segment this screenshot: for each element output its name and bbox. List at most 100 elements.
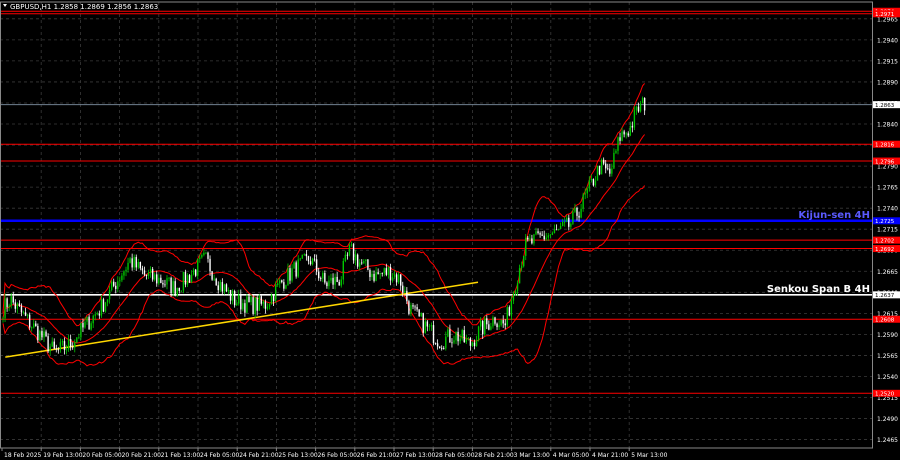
candle-bear	[494, 317, 496, 324]
candle-bull	[190, 274, 193, 283]
candle-bear	[555, 229, 558, 231]
candle-bear	[260, 296, 262, 304]
candle-bear	[309, 261, 312, 265]
candle-bull	[393, 274, 396, 278]
candle-bull	[572, 211, 574, 224]
candle-bull	[219, 282, 221, 291]
candle-bear	[338, 281, 340, 286]
candle-bear	[229, 289, 232, 301]
candle-bull	[80, 322, 82, 338]
candle-bull	[484, 318, 486, 335]
price-level-tag-label: 1.2702	[875, 238, 894, 244]
candle-bear	[151, 268, 154, 280]
candle-bull	[475, 340, 478, 347]
candle-bull	[172, 281, 174, 294]
candle-bull	[500, 320, 502, 326]
candle-bear	[434, 343, 437, 344]
candle-bull	[354, 254, 357, 261]
candle-bear	[578, 215, 580, 218]
candle-bear	[221, 282, 224, 292]
candle-bull	[205, 252, 207, 254]
candle-bull	[523, 255, 525, 267]
candle-bull	[557, 228, 560, 230]
candle-bear	[482, 320, 484, 335]
candle-bull	[168, 277, 170, 279]
x-tick-label: 20 Feb 21:00	[122, 452, 162, 459]
price-level-tag-label: 1.2816	[875, 143, 895, 149]
candle-bear	[623, 131, 625, 135]
price-chart[interactable]: 1.29651.29401.29151.28901.28651.28401.28…	[0, 0, 900, 460]
candle-bull	[67, 339, 70, 350]
x-tick-label: 5 Mar 13:00	[631, 452, 667, 459]
candle-bull	[404, 290, 406, 293]
candle-bull	[133, 257, 135, 268]
candle-bear	[72, 346, 74, 348]
candle-bear	[346, 254, 349, 256]
candle-bear	[69, 339, 72, 347]
candle-bull	[201, 254, 203, 258]
candle-bear	[438, 346, 441, 349]
candle-bear	[504, 323, 506, 326]
candle-bull	[158, 277, 160, 284]
candle-bear	[418, 309, 420, 317]
candle-bear	[35, 323, 37, 327]
candle-bull	[262, 301, 265, 304]
candle-bull	[186, 275, 189, 285]
candle-bear	[143, 270, 146, 275]
candle-bear	[195, 269, 197, 276]
candle-bull	[92, 315, 94, 324]
candle-bear	[527, 237, 529, 240]
candle-bull	[525, 237, 527, 256]
candle-bull	[334, 276, 336, 285]
candle-bear	[373, 273, 375, 281]
candle-bull	[301, 254, 303, 259]
candle-bear	[178, 287, 180, 291]
candle-bear	[20, 305, 23, 313]
candle-bull	[453, 340, 455, 343]
candle-bull	[182, 271, 185, 291]
candle-bear	[295, 262, 297, 277]
y-tick-label: 1.2665	[877, 269, 898, 276]
candle-bear	[469, 338, 472, 346]
candle-bull	[227, 289, 230, 292]
candle-bull	[203, 252, 205, 255]
candle-bull	[359, 262, 361, 267]
candle-bear	[422, 313, 424, 333]
candle-bear	[320, 278, 322, 280]
x-tick-label: 27 Feb 13:00	[396, 452, 436, 459]
candle-bear	[426, 321, 429, 327]
x-tick-label: 24 Feb 21:00	[239, 452, 279, 459]
candle-bull	[461, 330, 463, 339]
candle-bear	[14, 302, 16, 309]
candle-bull	[613, 152, 615, 169]
candle-bear	[57, 349, 60, 351]
candle-bear	[225, 284, 228, 292]
candle-bull	[467, 338, 470, 340]
candle-bear	[248, 296, 250, 303]
candle-bull	[363, 261, 365, 264]
candle-bear	[209, 258, 211, 272]
candle-bear	[139, 262, 142, 269]
candle-bull	[535, 231, 537, 235]
candle-bull	[61, 341, 64, 343]
candle-bear	[432, 325, 435, 344]
candle-bull	[518, 268, 521, 284]
candle-bear	[568, 217, 570, 227]
candle-bear	[41, 330, 43, 338]
candle-bear	[367, 259, 369, 270]
candle-bear	[307, 256, 310, 262]
candle-bear	[160, 277, 162, 283]
candle-bull	[311, 258, 314, 265]
candle-bear	[318, 271, 320, 279]
x-tick-label: 28 Feb 05:00	[435, 452, 475, 459]
candle-bear	[174, 281, 176, 296]
candle-bear	[188, 275, 191, 283]
candle-bull	[49, 346, 51, 352]
candle-bear	[88, 316, 90, 330]
price-level-tag-label: 1.2520	[875, 392, 895, 398]
candle-bull	[322, 273, 324, 279]
candle-bear	[53, 341, 55, 349]
y-tick-label: 1.2565	[877, 353, 898, 360]
candle-bear	[352, 244, 355, 261]
candle-bull	[59, 342, 62, 350]
